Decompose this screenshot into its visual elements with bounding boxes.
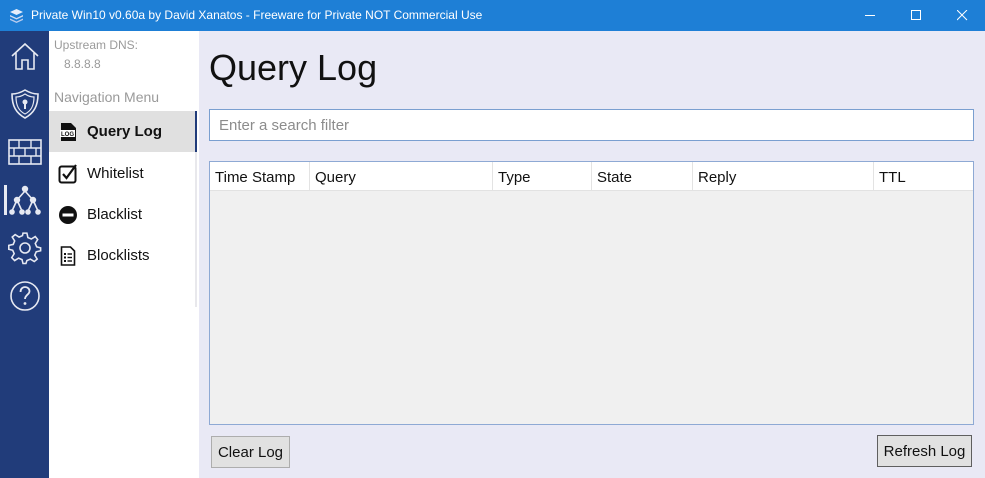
gear-icon [7, 232, 41, 265]
nav-item-label: Blacklist [87, 206, 143, 223]
upstream-dns-value: 8.8.8.8 [64, 57, 101, 71]
table-header: Time Stamp Query Type State Reply TTL [210, 162, 973, 191]
column-header-type[interactable]: Type [493, 162, 592, 190]
main-content: Query Log Time Stamp Query Type State Re… [199, 31, 985, 478]
rail-item-privacy[interactable] [0, 81, 49, 127]
window-title: Private Win10 v0.60a by David Xanatos - … [31, 8, 483, 22]
nav-item-label: Whitelist [87, 165, 144, 182]
rail-item-dns-proxy[interactable] [0, 177, 49, 223]
nav-item-label: Blocklists [87, 247, 150, 264]
title-bar[interactable]: Private Win10 v0.60a by David Xanatos - … [0, 0, 985, 31]
navigation-menu-label: Navigation Menu [54, 89, 160, 105]
column-header-state[interactable]: State [592, 162, 693, 190]
column-header-reply[interactable]: Reply [693, 162, 874, 190]
icon-rail [0, 31, 49, 478]
block-icon [49, 205, 87, 225]
rail-item-help[interactable] [0, 273, 49, 319]
dns-network-icon [8, 185, 41, 215]
maximize-button[interactable] [893, 0, 939, 31]
nav-item-label: Query Log [87, 123, 163, 140]
page-title: Query Log [209, 47, 378, 88]
close-button[interactable] [939, 0, 985, 31]
list-document-icon [49, 245, 87, 266]
checkbox-icon [49, 163, 87, 184]
firewall-icon [7, 139, 42, 165]
minimize-icon [864, 15, 875, 16]
refresh-log-button[interactable]: Refresh Log [877, 435, 972, 467]
column-header-ttl[interactable]: TTL [874, 162, 973, 190]
shield-icon [10, 89, 39, 119]
nav-item-blacklist[interactable]: Blacklist [49, 194, 195, 235]
minimize-button[interactable] [847, 0, 893, 31]
clear-log-button[interactable]: Clear Log [211, 436, 290, 468]
column-header-query[interactable]: Query [310, 162, 493, 190]
search-input[interactable] [209, 109, 974, 141]
nav-item-whitelist[interactable]: Whitelist [49, 153, 195, 194]
home-icon [10, 42, 39, 70]
upstream-dns-label: Upstream DNS: [54, 38, 139, 52]
app-logo-icon [9, 8, 24, 23]
rail-item-firewall[interactable] [0, 129, 49, 175]
rail-item-home[interactable] [0, 33, 49, 79]
svg-text:LOG: LOG [61, 131, 74, 137]
maximize-icon [910, 10, 921, 20]
help-icon [9, 281, 40, 311]
log-icon: LOG [49, 122, 87, 142]
query-log-table[interactable]: Time Stamp Query Type State Reply TTL [209, 161, 974, 425]
nav-item-blocklists[interactable]: Blocklists [49, 235, 195, 276]
navigation-panel: Upstream DNS: 8.8.8.8 Navigation Menu LO… [49, 31, 199, 478]
rail-item-settings[interactable] [0, 225, 49, 271]
nav-item-query-log[interactable]: LOG Query Log [49, 111, 197, 152]
close-icon [956, 10, 967, 21]
column-header-time-stamp[interactable]: Time Stamp [210, 162, 310, 190]
